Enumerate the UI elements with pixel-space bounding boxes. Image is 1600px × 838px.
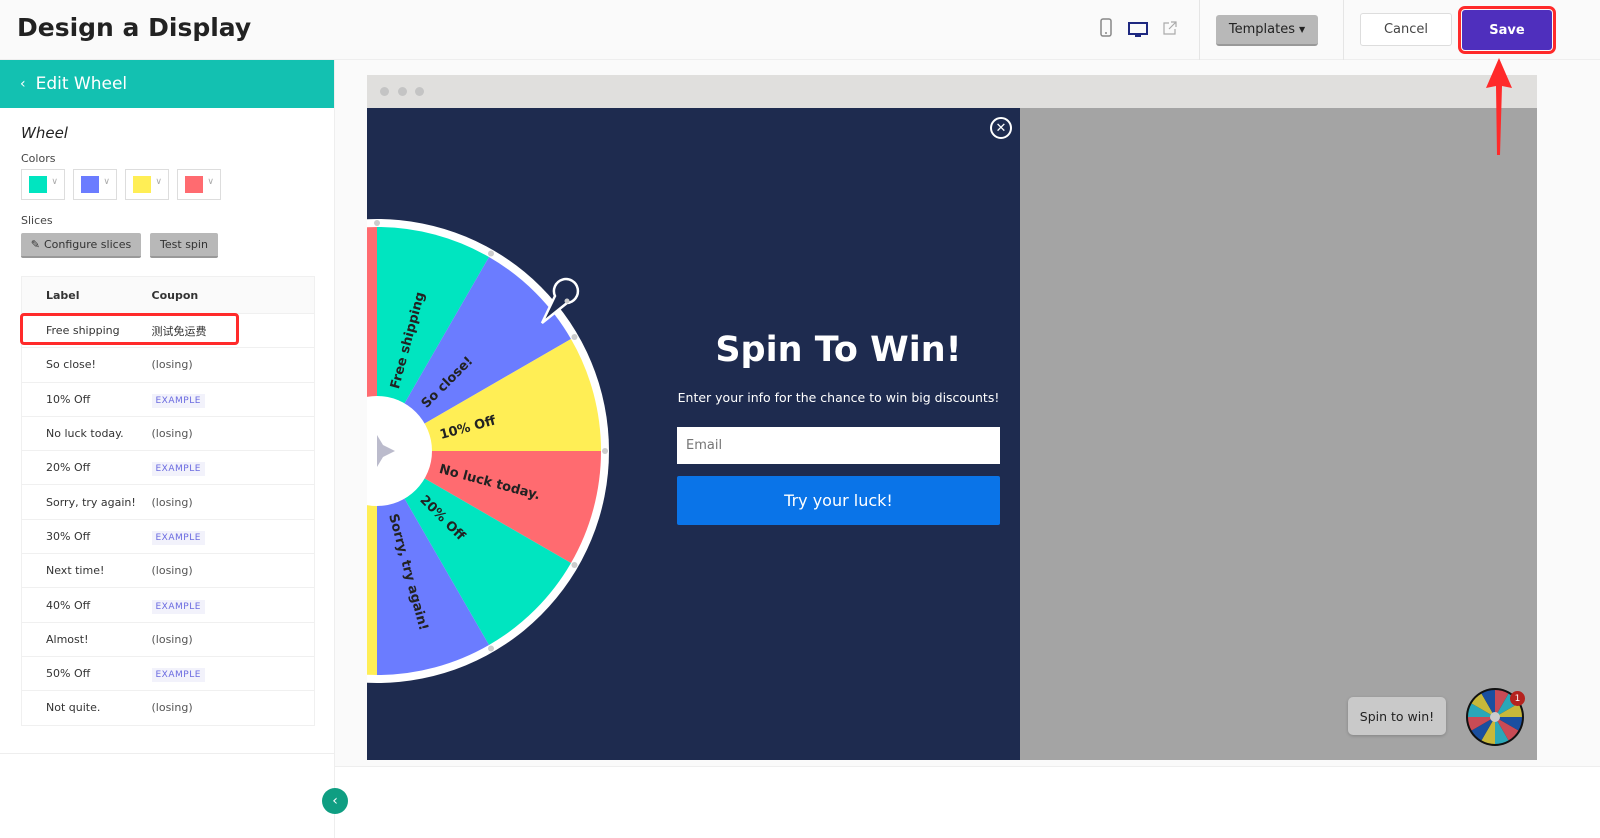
coupon: (losing) — [151, 495, 193, 509]
color-picker-1[interactable]: ∨ — [21, 169, 65, 200]
table-row[interactable]: 30% Off EXAMPLE — [21, 518, 315, 554]
configure-slices-button[interactable]: ✎ Configure slices — [21, 233, 141, 258]
coupon: (losing) — [151, 632, 193, 646]
chevron-left-icon: ‹ — [332, 793, 338, 809]
mobile-icon[interactable] — [1100, 18, 1112, 37]
desktop-icon[interactable] — [1128, 22, 1148, 38]
popup-title: Spin To Win! — [715, 330, 962, 370]
color-picker-3[interactable]: ∨ — [125, 169, 169, 200]
pencil-icon: ✎ — [30, 238, 40, 251]
teaser-tooltip[interactable]: Spin to win! — [1348, 697, 1446, 735]
notification-badge: 1 — [1510, 691, 1525, 706]
test-spin-button[interactable]: Test spin — [150, 233, 218, 258]
color-picker-4[interactable]: ∨ — [177, 169, 221, 200]
coupon: (losing) — [151, 427, 193, 441]
slice-label: Next time! — [21, 553, 152, 588]
caret-down-icon: ▼ — [1298, 25, 1306, 34]
chevron-left-icon: ‹ — [20, 76, 26, 92]
slice-label: So close! — [21, 347, 152, 383]
table-row[interactable]: 40% Off EXAMPLE — [21, 587, 315, 623]
wheel-peg — [602, 448, 608, 454]
slice-label: No luck today. — [21, 415, 152, 451]
wheel-peg — [571, 334, 578, 340]
cancel-button[interactable]: Cancel — [1360, 13, 1452, 46]
popup: Free shipping So close! 10% Off No luck tod… — [367, 108, 1020, 760]
slice-label: Not quite. — [21, 690, 152, 726]
table-row[interactable]: 20% Off EXAMPLE — [21, 450, 315, 485]
coupon: EXAMPLE — [151, 393, 205, 408]
wheel-peg — [374, 220, 380, 226]
save-button[interactable]: Save — [1458, 6, 1556, 54]
slice-label: 20% Off — [21, 450, 152, 485]
wheel-peg — [488, 645, 494, 652]
preview-browser: Free shipping So close! 10% Off No luck tod… — [367, 75, 1537, 760]
coupon: (losing) — [151, 358, 193, 372]
slice-label: Sorry, try again! — [21, 484, 152, 520]
arrow-annotation — [1486, 58, 1512, 155]
color-picker-2[interactable]: ∨ — [73, 169, 117, 200]
coupon: EXAMPLE — [151, 599, 205, 614]
slices-label: Slices — [21, 214, 53, 227]
table-row[interactable]: No luck today. (losing) — [21, 415, 315, 451]
wheel-peg — [571, 562, 578, 568]
highlight-box — [20, 313, 239, 345]
coupon: (losing) — [151, 701, 193, 715]
table-row[interactable]: 10% Off EXAMPLE — [21, 381, 315, 417]
coupon: EXAMPLE — [151, 462, 205, 477]
back-button[interactable]: ‹ Edit Wheel — [0, 60, 334, 108]
slice-label: 10% Off — [21, 381, 152, 417]
slice-label: 40% Off — [21, 587, 152, 623]
table-row[interactable]: Sorry, try again! (losing) — [21, 484, 315, 520]
table-row[interactable]: Next time! (losing) — [21, 553, 315, 588]
slice-label: 50% Off — [21, 655, 152, 691]
popup-subtitle: Enter your info for the chance to win bi… — [677, 390, 1000, 405]
top-bar: Design a Display Templates ▼ Cancel Save — [0, 0, 1600, 60]
coupon: EXAMPLE — [151, 668, 205, 683]
email-input[interactable] — [677, 427, 1000, 464]
pointer-dot — [564, 298, 570, 304]
slice-label: 30% Off — [21, 518, 152, 554]
templates-dropdown[interactable]: Templates ▼ — [1216, 15, 1318, 46]
colors-label: Colors — [21, 152, 56, 165]
external-link-icon[interactable] — [1163, 21, 1177, 35]
slice-label: Almost! — [21, 621, 152, 657]
collapse-sidebar-button[interactable]: ‹ — [322, 788, 348, 814]
table-row[interactable]: So close! (losing) — [21, 347, 315, 383]
table-row[interactable]: 50% Off EXAMPLE — [21, 655, 315, 691]
coupon: EXAMPLE — [151, 530, 205, 545]
coupon: (losing) — [151, 564, 193, 578]
wheel-peg — [488, 250, 494, 257]
page-title: Design a Display — [17, 13, 252, 42]
table-row[interactable]: Almost! (losing) — [21, 621, 315, 657]
table-row[interactable]: Not quite. (losing) — [21, 690, 315, 726]
section-title: Wheel — [21, 124, 68, 142]
close-icon[interactable]: ✕ — [990, 117, 1012, 139]
try-luck-button[interactable]: Try your luck! — [677, 476, 1000, 525]
